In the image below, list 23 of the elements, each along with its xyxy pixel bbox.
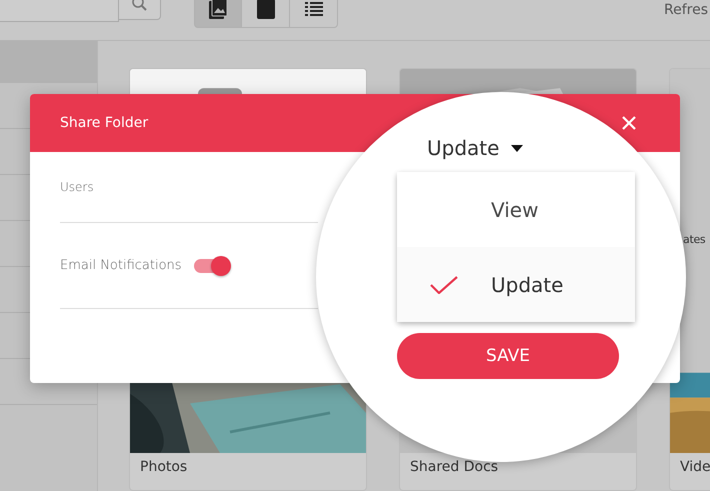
view-toggle-button[interactable] bbox=[242, 0, 290, 28]
card-title: Photos bbox=[139, 458, 188, 477]
save-button[interactable]: SAVE bbox=[397, 333, 619, 379]
search-icon bbox=[132, 0, 148, 12]
refresh-button[interactable]: Refres bbox=[664, 2, 708, 18]
check-icon bbox=[430, 276, 458, 294]
card-title: Vide bbox=[679, 458, 710, 477]
caret-icon bbox=[511, 144, 524, 152]
users-field[interactable]: Users bbox=[60, 152, 310, 222]
card-title: Shared Docs bbox=[409, 458, 500, 477]
image-icon bbox=[209, 0, 227, 19]
menu-option[interactable]: Update bbox=[397, 247, 635, 322]
email-notifications-toggle[interactable] bbox=[194, 258, 228, 272]
permission-select[interactable]: Update bbox=[427, 136, 524, 160]
view-toggle-button[interactable] bbox=[290, 0, 338, 28]
view-toggle-button[interactable] bbox=[194, 0, 242, 28]
close-button[interactable] bbox=[622, 116, 636, 130]
menu-option[interactable]: View bbox=[397, 172, 635, 247]
close-icon bbox=[622, 116, 636, 130]
card-text: ates bbox=[683, 233, 706, 246]
toggle-label: Email Notifications bbox=[60, 258, 182, 273]
list-icon bbox=[304, 2, 322, 16]
dialog-title: Share Folder bbox=[60, 115, 148, 131]
